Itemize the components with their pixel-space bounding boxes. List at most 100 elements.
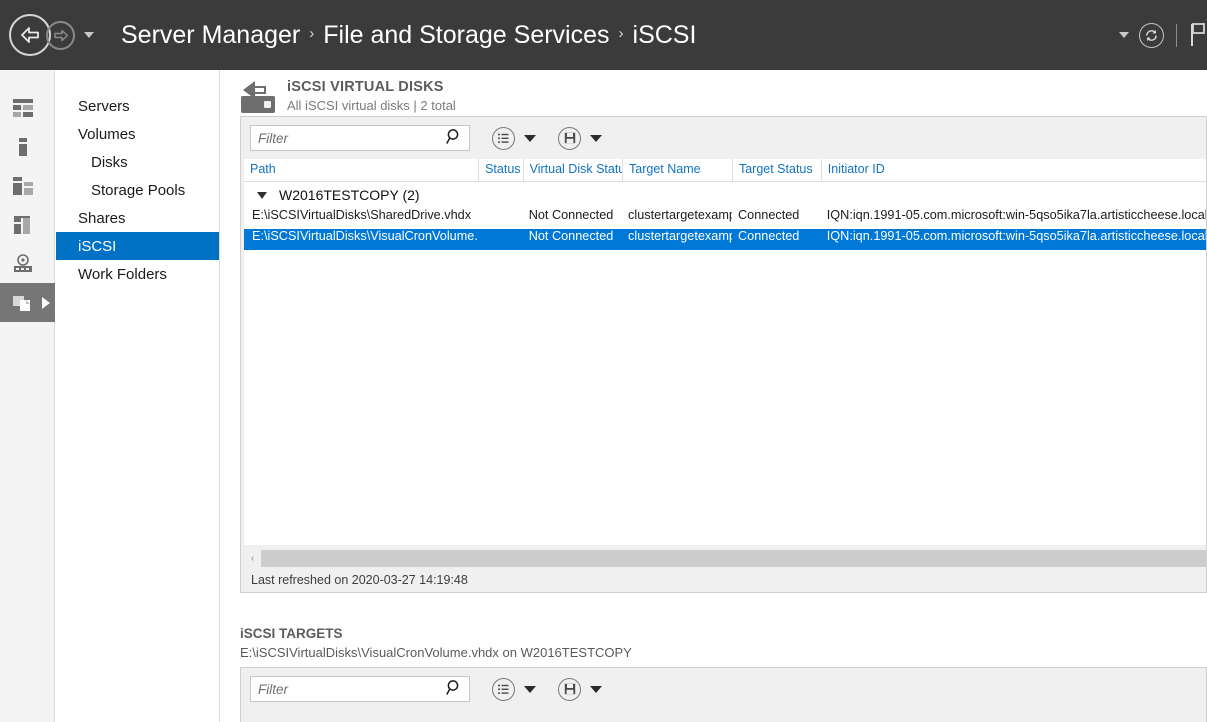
strip-item-local-server[interactable] bbox=[0, 127, 54, 166]
column-header-path[interactable]: Path bbox=[244, 159, 478, 181]
sidebar-item-disks[interactable]: Disks bbox=[56, 148, 219, 176]
cell-status bbox=[478, 229, 523, 250]
sidebar-item-iscsi[interactable]: iSCSI bbox=[56, 232, 219, 260]
breadcrumb-separator: › bbox=[619, 25, 624, 42]
list-view-icon[interactable] bbox=[492, 678, 515, 701]
list-view-dropdown-icon[interactable] bbox=[524, 135, 536, 142]
local-server-icon bbox=[12, 137, 34, 157]
refresh-icon[interactable] bbox=[1139, 23, 1164, 48]
sidebar-item-label: Disks bbox=[91, 154, 128, 171]
iscsi-virtual-disk-icon bbox=[240, 81, 278, 113]
sidebar-item-volumes[interactable]: Volumes bbox=[56, 120, 219, 148]
save-icon[interactable] bbox=[558, 127, 581, 150]
view-options-dropdown-icon[interactable] bbox=[1119, 32, 1129, 38]
back-arrow-glyph bbox=[19, 26, 41, 44]
breadcrumb-item-server-manager[interactable]: Server Manager bbox=[121, 21, 300, 50]
save-icon[interactable] bbox=[558, 678, 581, 701]
search-input[interactable] bbox=[250, 676, 470, 702]
strip-item-dashboard[interactable] bbox=[0, 88, 54, 127]
column-header-initiator-id[interactable]: Initiator ID bbox=[821, 159, 1206, 181]
cell-initiator-id: IQN:iqn.1991-05.com.microsoft:win-5qso5i… bbox=[821, 229, 1206, 250]
table-group-label: W2016TESTCOPY (2) bbox=[279, 187, 420, 203]
notifications-flag-icon[interactable] bbox=[1189, 22, 1205, 48]
save-dropdown-icon[interactable] bbox=[590, 686, 602, 693]
strip-expander-icon[interactable] bbox=[42, 297, 50, 309]
all-servers-icon bbox=[12, 176, 34, 196]
strip-item-file-services[interactable] bbox=[0, 205, 54, 244]
cell-virtual-disk-status: Not Connected bbox=[523, 229, 622, 250]
strip-item-all-servers[interactable] bbox=[0, 166, 54, 205]
column-header-status[interactable]: Status bbox=[478, 159, 523, 181]
sidebar-item-work-folders[interactable]: Work Folders bbox=[56, 260, 219, 288]
search-input[interactable] bbox=[250, 125, 470, 151]
scrollbar-thumb[interactable] bbox=[261, 550, 1206, 567]
cell-target-name: clustertargetexample bbox=[622, 229, 732, 250]
cell-target-name: clustertargetexample bbox=[622, 208, 732, 229]
cell-initiator-id: IQN:iqn.1991-05.com.microsoft:win-5qso5i… bbox=[821, 208, 1206, 229]
sidebar-item-storage-pools[interactable]: Storage Pools bbox=[56, 176, 219, 204]
iscsi-targets-section: iSCSI TARGETS E:\iSCSIVirtualDisks\Visua… bbox=[221, 626, 1207, 722]
breadcrumb-separator: › bbox=[309, 25, 314, 42]
sidebar-item-label: Volumes bbox=[78, 126, 136, 143]
sidebar-item-label: Shares bbox=[78, 210, 126, 227]
breadcrumb-item-file-and-storage-services[interactable]: File and Storage Services bbox=[323, 21, 609, 50]
save-glyph bbox=[564, 132, 576, 144]
sidebar-item-shares[interactable]: Shares bbox=[56, 204, 219, 232]
icon-strip bbox=[0, 70, 55, 722]
targets-title: iSCSI TARGETS bbox=[240, 626, 1207, 641]
forward-arrow-icon[interactable] bbox=[46, 21, 75, 50]
main-content: iSCSI VIRTUAL DISKS All iSCSI virtual di… bbox=[221, 70, 1207, 722]
sidebar-item-servers[interactable]: Servers bbox=[56, 92, 219, 120]
cell-path: E:\iSCSIVirtualDisks\SharedDrive.vhdx bbox=[244, 208, 478, 229]
cell-target-status: Connected bbox=[732, 229, 821, 250]
list-view-glyph bbox=[497, 683, 510, 696]
cell-status bbox=[478, 208, 523, 229]
storage-icon bbox=[12, 254, 34, 274]
refresh-glyph bbox=[1144, 28, 1159, 43]
strip-item-shares[interactable] bbox=[0, 283, 55, 322]
disks-filter-wrap bbox=[250, 125, 470, 151]
navigation-buttons bbox=[9, 14, 94, 56]
list-view-dropdown-icon[interactable] bbox=[524, 686, 536, 693]
targets-subtitle: E:\iSCSIVirtualDisks\VisualCronVolume.vh… bbox=[240, 645, 1207, 660]
column-header-virtual-disk-status[interactable]: Virtual Disk Status bbox=[523, 159, 622, 181]
disks-table: Path Status Virtual Disk Status Target N… bbox=[244, 159, 1206, 545]
collapse-triangle-icon[interactable] bbox=[257, 192, 267, 199]
dashboard-icon bbox=[12, 98, 34, 118]
title-bar: Server Manager › File and Storage Servic… bbox=[0, 0, 1207, 70]
scroll-left-icon[interactable]: ‹ bbox=[244, 550, 261, 567]
breadcrumb-item-iscsi[interactable]: iSCSI bbox=[633, 21, 697, 50]
disks-toolbar bbox=[241, 117, 1206, 159]
sidebar-item-label: Storage Pools bbox=[91, 182, 185, 199]
sidebar-item-label: Work Folders bbox=[78, 266, 167, 283]
targets-filter-wrap bbox=[250, 676, 470, 702]
sidebar-item-label: iSCSI bbox=[78, 238, 116, 255]
table-row[interactable]: E:\iSCSIVirtualDisks\VisualCronVolume.vh… bbox=[244, 229, 1206, 250]
back-arrow-icon[interactable] bbox=[9, 14, 51, 56]
save-dropdown-icon[interactable] bbox=[590, 135, 602, 142]
disks-panel-header: iSCSI VIRTUAL DISKS All iSCSI virtual di… bbox=[221, 70, 1207, 116]
sidebar-nav: Servers Volumes Disks Storage Pools Shar… bbox=[56, 70, 220, 722]
history-dropdown-icon[interactable] bbox=[84, 32, 94, 38]
cell-virtual-disk-status: Not Connected bbox=[523, 208, 622, 229]
table-row[interactable]: E:\iSCSIVirtualDisks\SharedDrive.vhdx No… bbox=[244, 208, 1206, 229]
sidebar-item-label: Servers bbox=[78, 98, 130, 115]
cell-target-status: Connected bbox=[732, 208, 821, 229]
column-header-target-name[interactable]: Target Name bbox=[622, 159, 732, 181]
list-view-glyph bbox=[497, 132, 510, 145]
last-refreshed-status: Last refreshed on 2020-03-27 14:19:48 bbox=[244, 567, 1206, 592]
table-header-row: Path Status Virtual Disk Status Target N… bbox=[244, 159, 1206, 182]
shares-icon bbox=[12, 293, 34, 313]
strip-item-storage[interactable] bbox=[0, 244, 54, 283]
column-header-target-status[interactable]: Target Status bbox=[732, 159, 821, 181]
iscsi-arrow-tail bbox=[253, 86, 266, 94]
list-view-icon[interactable] bbox=[492, 127, 515, 150]
table-group-row[interactable]: W2016TESTCOPY (2) bbox=[244, 182, 1206, 208]
cell-path: E:\iSCSIVirtualDisks\VisualCronVolume.vh… bbox=[244, 229, 478, 250]
horizontal-scrollbar[interactable]: ‹ bbox=[244, 550, 1206, 567]
iscsi-targets-card bbox=[240, 667, 1207, 722]
file-services-icon bbox=[12, 215, 34, 235]
iscsi-virtual-disks-card: Path Status Virtual Disk Status Target N… bbox=[240, 116, 1207, 593]
page-title: iSCSI VIRTUAL DISKS bbox=[287, 79, 456, 95]
titlebar-actions bbox=[1119, 22, 1207, 48]
